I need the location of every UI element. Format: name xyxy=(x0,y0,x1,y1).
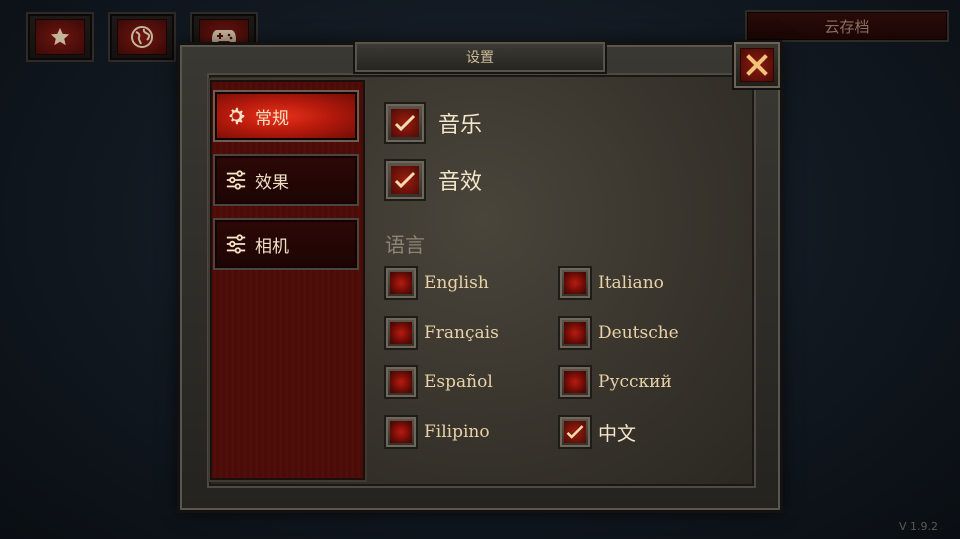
language-label: Italiano xyxy=(598,273,664,293)
favorites-button[interactable] xyxy=(26,12,94,62)
language-option-deutsche[interactable]: Deutsche xyxy=(560,318,679,348)
language-option-espanol[interactable]: Español xyxy=(386,367,493,397)
language-radio[interactable] xyxy=(386,417,416,447)
music-checkbox[interactable] xyxy=(386,104,424,142)
tab-general[interactable]: 常规 xyxy=(213,90,359,142)
language-option-english[interactable]: English xyxy=(386,268,489,298)
language-radio[interactable] xyxy=(560,417,590,447)
language-radio[interactable] xyxy=(560,318,590,348)
language-option-russian[interactable]: Русский xyxy=(560,367,672,397)
close-button[interactable] xyxy=(734,42,780,88)
language-radio[interactable] xyxy=(560,367,590,397)
tab-effects[interactable]: 效果 xyxy=(213,154,359,206)
sfx-toggle-row[interactable]: 音效 xyxy=(386,161,482,199)
sliders-icon xyxy=(225,169,247,191)
language-section-title: 语言 xyxy=(385,233,425,257)
language-label: Español xyxy=(424,372,493,392)
version-label: V 1.9.2 xyxy=(898,520,938,533)
language-label: English xyxy=(424,273,489,293)
tab-general-label: 常规 xyxy=(255,108,289,129)
cloud-save-label: 云存档 xyxy=(824,17,870,36)
dialog-title: 设置 xyxy=(466,50,494,66)
language-label: Français xyxy=(424,323,499,343)
music-toggle-row[interactable]: 音乐 xyxy=(386,104,482,142)
language-radio[interactable] xyxy=(560,268,590,298)
language-world-button[interactable] xyxy=(108,12,176,62)
music-label: 音乐 xyxy=(438,113,483,138)
language-radio[interactable] xyxy=(386,367,416,397)
gear-icon xyxy=(225,105,247,127)
dialog-title-plaque: 设置 xyxy=(355,42,605,72)
language-label: Deutsche xyxy=(598,323,679,343)
tab-effects-label: 效果 xyxy=(255,172,289,193)
close-icon xyxy=(746,54,768,76)
checkmark-icon xyxy=(394,114,416,132)
language-option-francais[interactable]: Français xyxy=(386,318,499,348)
sliders-icon xyxy=(225,233,247,255)
globe-icon xyxy=(131,26,153,48)
checkmark-icon xyxy=(394,171,416,189)
sfx-label: 音效 xyxy=(438,170,483,195)
cloud-save-button[interactable]: 云存档 xyxy=(745,10,949,42)
gamepad-icon xyxy=(212,30,236,45)
language-radio[interactable] xyxy=(386,318,416,348)
language-label: 中文 xyxy=(598,422,637,445)
tab-camera-label: 相机 xyxy=(255,236,289,257)
star-icon xyxy=(50,27,70,46)
language-label: Filipino xyxy=(424,422,490,442)
language-radio[interactable] xyxy=(386,268,416,298)
language-label: Русский xyxy=(598,372,672,392)
checkmark-icon xyxy=(566,425,584,439)
language-option-italiano[interactable]: Italiano xyxy=(560,268,664,298)
language-option-chinese[interactable]: 中文 xyxy=(560,417,636,447)
tab-camera[interactable]: 相机 xyxy=(213,218,359,270)
sfx-checkbox[interactable] xyxy=(386,161,424,199)
language-option-filipino[interactable]: Filipino xyxy=(386,417,490,447)
